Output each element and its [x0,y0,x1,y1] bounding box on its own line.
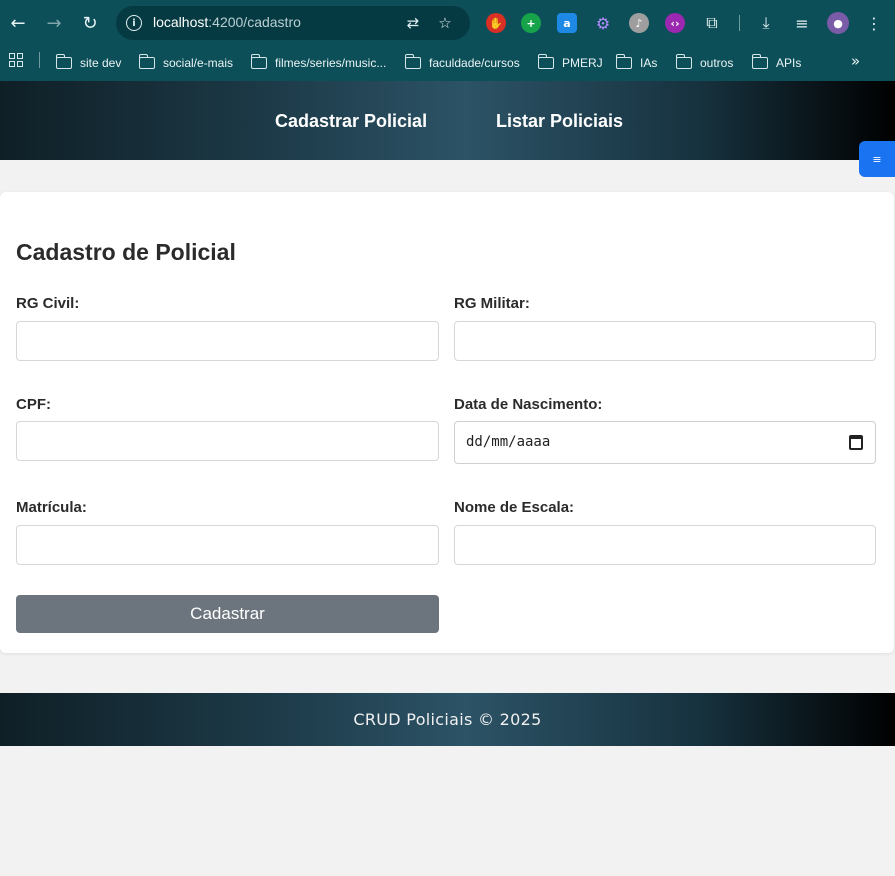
code-extension-icon[interactable]: ‹› [665,13,685,33]
page-title: Cadastro de Policial [16,239,236,265]
more-bookmarks-icon[interactable]: » [851,52,860,70]
bookmarks-separator [39,52,40,68]
rg-militar-label: RG Militar: [454,295,530,312]
folder-icon [675,54,692,69]
site-info-icon[interactable]: i [126,15,142,31]
folder-icon [404,54,421,69]
media-control-icon[interactable]: ≡ [791,12,813,34]
folder-icon [537,54,554,69]
bookmark-label: PMERJ [562,56,603,70]
apps-grid-icon[interactable] [9,53,23,67]
bookmark-label: filmes/series/music... [275,56,387,70]
folder-icon [250,54,267,69]
nav-cadastrar-policial[interactable]: Cadastrar Policial [275,111,427,132]
bookmark-folder[interactable]: APIs [751,52,802,74]
calendar-icon[interactable] [849,435,863,450]
profile-avatar[interactable]: ● [827,12,849,34]
toolbar-separator [739,15,740,31]
music-extension-icon[interactable]: ♪ [629,13,649,33]
rg-militar-input[interactable] [454,321,876,361]
nome-escala-label: Nome de Escala: [454,499,575,516]
url-text[interactable]: localhost:4200/cadastro [153,14,301,30]
bookmark-label: site dev [80,56,122,70]
bookmark-folder[interactable]: site dev [55,52,122,74]
form-card: Cadastro de Policial RG Civil: RG Milita… [0,192,894,653]
rg-civil-input[interactable] [16,321,439,361]
url-host: localhost [153,14,209,30]
cpf-input[interactable] [16,421,439,461]
data-nascimento-input[interactable]: dd/mm/aaaa [454,421,876,464]
menu-icon[interactable]: ⋮ [863,12,885,34]
browser-toolbar: ← → ↻ i localhost:4200/cadastro ⇄ ☆ ✋ + … [0,0,895,46]
plus-extension-icon[interactable]: + [521,13,541,33]
download-icon[interactable]: ⤓ [755,12,777,34]
cadastrar-button[interactable]: Cadastrar [16,595,439,633]
url-path: :4200/cadastro [208,14,301,30]
reload-icon[interactable]: ↻ [78,11,102,35]
bookmark-label: outros [700,56,734,70]
forward-icon[interactable]: → [42,11,66,35]
nome-escala-input[interactable] [454,525,876,565]
bookmark-folder[interactable]: PMERJ [537,52,603,74]
bookmark-star-icon[interactable]: ☆ [436,14,454,32]
matricula-label: Matrícula: [16,499,87,516]
folder-icon [55,54,72,69]
bookmark-folder[interactable]: social/e-mais [138,52,234,74]
cpf-label: CPF: [16,396,51,413]
bookmark-label: social/e-mais [163,56,234,70]
folder-icon [138,54,155,69]
page-footer: CRUD Policiais © 2025 [0,693,895,746]
date-placeholder: dd/mm/aaaa [466,434,551,450]
bookmark-label: APIs [776,56,802,70]
rg-civil-label: RG Civil: [16,295,80,312]
bookmark-label: faculdade/cursos [429,56,520,70]
stop-hand-extension-icon[interactable]: ✋ [486,13,506,33]
address-bar[interactable]: i localhost:4200/cadastro ⇄ ☆ [116,6,470,40]
translate-icon[interactable]: ⇄ [404,14,422,32]
app-header: Cadastrar Policial Listar Policiais [0,81,895,160]
folder-icon [751,54,768,69]
bookmark-folder[interactable]: outros [675,52,734,74]
floating-menu-button[interactable]: ≡ [859,141,895,177]
bookmark-label: IAs [640,56,658,70]
bookmark-folder[interactable]: IAs [615,52,658,74]
extensions-puzzle-icon[interactable]: ⧉ [701,12,723,34]
data-nascimento-label: Data de Nascimento: [454,396,603,413]
bookmark-folder[interactable]: faculdade/cursos [404,52,520,74]
matricula-input[interactable] [16,525,439,565]
nav-listar-policiais[interactable]: Listar Policiais [496,111,623,132]
back-icon[interactable]: ← [6,11,30,35]
gear-extension-icon[interactable]: ⚙ [593,13,613,33]
translator-extension-icon[interactable]: a [557,13,577,33]
folder-icon [615,54,632,69]
bookmark-folder[interactable]: filmes/series/music... [250,52,387,74]
